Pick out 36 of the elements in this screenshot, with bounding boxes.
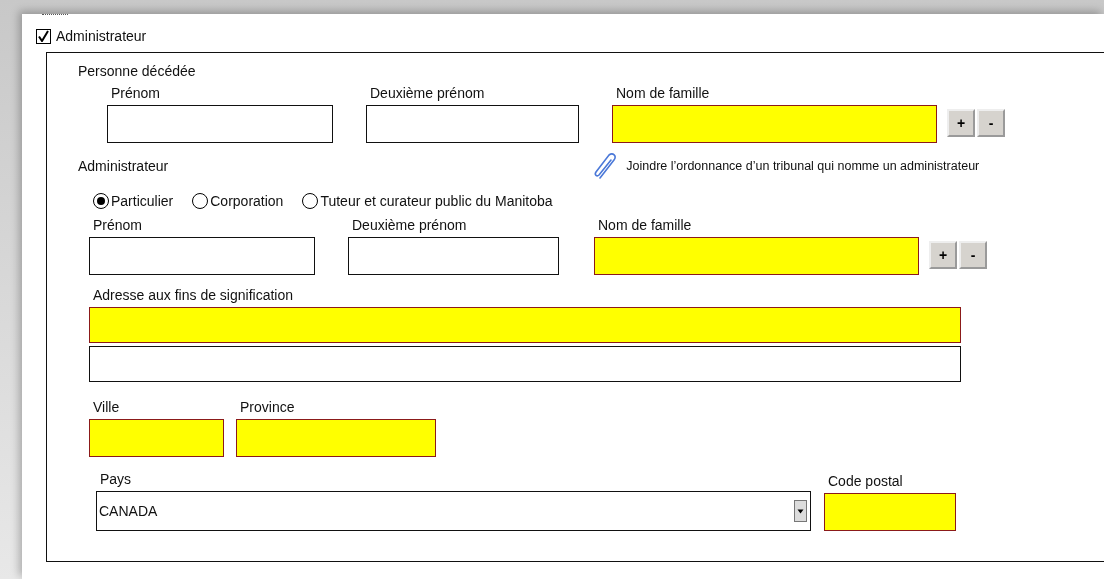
province-field[interactable] — [236, 419, 436, 457]
remove-button[interactable]: - — [977, 109, 1005, 137]
input-field[interactable] — [107, 105, 333, 143]
radio-option[interactable]: Corporation — [192, 193, 284, 209]
postal-code-field[interactable] — [824, 493, 956, 531]
checkbox[interactable] — [36, 28, 51, 44]
input-field[interactable] — [348, 237, 559, 275]
field-label: Deuxième prénom — [370, 85, 485, 101]
field-label: Prénom — [93, 217, 143, 233]
field-label: Nom de famille — [616, 85, 710, 101]
radio-option[interactable]: Particulier — [93, 193, 174, 209]
checkbox-label: Administrateur — [56, 28, 147, 44]
radio-option[interactable]: Tuteur et curateur public du Manitoba — [302, 193, 553, 209]
country-dropdown[interactable]: CANADA — [96, 491, 811, 531]
address-field[interactable] — [89, 346, 961, 382]
input-field[interactable] — [89, 237, 315, 275]
section-title: Personne décédée — [78, 63, 197, 79]
checkmark-icon — [38, 30, 49, 42]
input-field[interactable] — [366, 105, 579, 143]
field-label: Pays — [100, 471, 132, 487]
attachment-link[interactable]: Joindre l’ordonnance d’un tribunal qui nomme un administrateur — [626, 159, 980, 173]
field-label: Ville — [93, 399, 120, 415]
field-label: Adresse aux fins de signification — [93, 287, 293, 303]
remove-button[interactable]: - — [959, 241, 987, 269]
input-field[interactable] — [612, 105, 937, 143]
section-title: Administrateur — [78, 158, 169, 174]
field-label: Nom de famille — [598, 217, 692, 233]
city-field[interactable] — [89, 419, 224, 457]
field-label: Deuxième prénom — [352, 217, 467, 233]
add-button[interactable]: + — [929, 241, 957, 269]
field-label: Prénom — [111, 85, 161, 101]
field-label: Province — [240, 399, 295, 415]
input-field[interactable] — [594, 237, 919, 275]
field-label: Code postal — [828, 473, 903, 489]
add-button[interactable]: + — [947, 109, 975, 137]
address-field[interactable] — [89, 307, 961, 343]
